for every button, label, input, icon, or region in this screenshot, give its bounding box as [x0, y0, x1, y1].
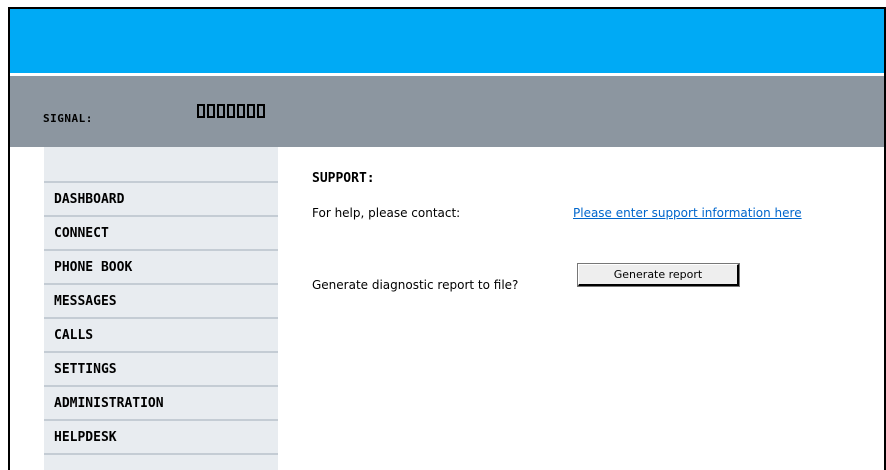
signal-label: SIGNAL: — [43, 112, 93, 125]
signal-bar — [257, 104, 265, 118]
sidebar-header — [44, 147, 278, 183]
help-contact-label: For help, please contact: — [312, 206, 461, 220]
signal-bar — [207, 104, 215, 118]
sidebar-item-calls[interactable]: CALLS — [44, 319, 278, 353]
sidebar-item-helpdesk[interactable]: HELPDESK — [44, 421, 278, 455]
sidebar-item-administration[interactable]: ADMINISTRATION — [44, 387, 278, 421]
sidebar-item-connect[interactable]: CONNECT — [44, 217, 278, 251]
status-bar: SIGNAL: — [10, 76, 884, 147]
support-info-link[interactable]: Please enter support information here — [573, 206, 802, 220]
diagnostic-report-label: Generate diagnostic report to file? — [312, 278, 519, 292]
top-banner — [10, 9, 884, 76]
signal-strength-indicator — [197, 104, 265, 120]
sidebar-item-messages[interactable]: MESSAGES — [44, 285, 278, 319]
page-title: SUPPORT: — [312, 171, 375, 186]
sidebar-item-dashboard[interactable]: DASHBOARD — [44, 183, 278, 217]
signal-bar — [197, 104, 205, 118]
signal-bar — [237, 104, 245, 118]
signal-bar — [247, 104, 255, 118]
sidebar-nav: DASHBOARD CONNECT PHONE BOOK MESSAGES CA… — [44, 147, 278, 470]
app-window: SIGNAL: DASHBOARD CONNECT PHONE BOOK MES… — [8, 7, 886, 470]
sidebar-item-phone-book[interactable]: PHONE BOOK — [44, 251, 278, 285]
signal-bar — [227, 104, 235, 118]
generate-report-button[interactable]: Generate report — [577, 263, 740, 287]
sidebar-item-settings[interactable]: SETTINGS — [44, 353, 278, 387]
signal-bar — [217, 104, 225, 118]
